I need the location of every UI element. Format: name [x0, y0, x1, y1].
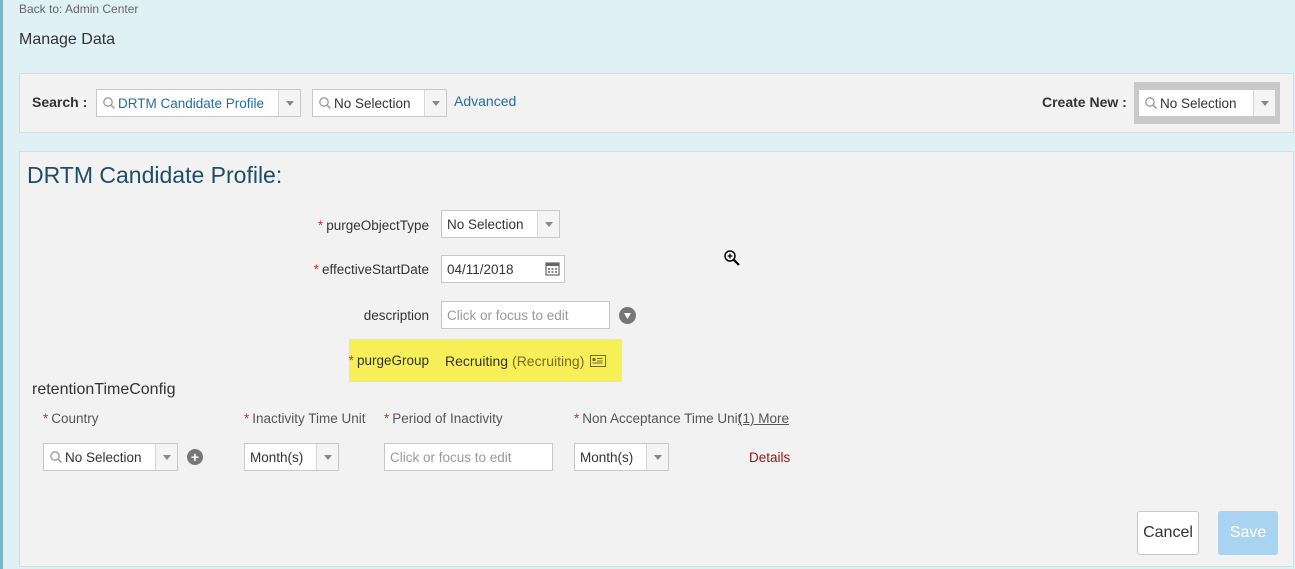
details-link[interactable]: Details: [749, 450, 790, 465]
country-value: No Selection: [65, 449, 142, 465]
purge-group-value[interactable]: Recruiting (Recruiting): [445, 353, 607, 369]
save-button[interactable]: Save: [1218, 511, 1278, 555]
card-icon-glyph: [592, 358, 603, 364]
col-header-non-acceptance-unit: * Non Acceptance Time Unit: [574, 411, 742, 426]
col-header-inactivity-unit: * Inactivity Time Unit: [244, 411, 366, 426]
chevron-down-icon[interactable]: [646, 444, 668, 470]
required-marker: *: [384, 411, 390, 426]
help-icon-glyph: [624, 313, 631, 319]
purge-group-label: * purgeGroup: [348, 353, 429, 368]
effective-start-date-value: 04/11/2018: [447, 261, 514, 277]
cancel-button[interactable]: Cancel: [1137, 511, 1199, 555]
required-marker: *: [43, 411, 49, 426]
effective-start-date-input[interactable]: 04/11/2018: [441, 255, 565, 283]
inactivity-unit-select[interactable]: Month(s): [244, 443, 339, 471]
search-object-value: DRTM Candidate Profile: [118, 95, 265, 111]
col-header-country: * Country: [43, 411, 99, 426]
card-icon[interactable]: [590, 355, 607, 367]
chevron-down-icon[interactable]: [155, 444, 177, 470]
chevron-down-icon[interactable]: [424, 90, 446, 116]
zoom-cursor-icon: [724, 250, 740, 266]
chevron-down-icon[interactable]: [1253, 90, 1275, 116]
description-placeholder: Click or focus to edit: [447, 307, 569, 323]
create-new-label: Create New :: [1042, 94, 1127, 110]
search-object-combobox[interactable]: DRTM Candidate Profile: [96, 89, 301, 117]
retention-section-title: retentionTimeConfig: [32, 381, 176, 398]
country-combobox[interactable]: No Selection: [43, 443, 178, 471]
purge-group-sub: (Recruiting): [512, 353, 585, 369]
non-acceptance-unit-value: Month(s): [580, 449, 634, 465]
purge-object-type-label: * purgeObjectType: [317, 218, 429, 233]
page-title: Manage Data: [19, 31, 116, 48]
required-marker: *: [574, 411, 580, 426]
effective-start-date-label: * effectiveStartDate: [313, 262, 429, 277]
create-new-value: No Selection: [1160, 95, 1237, 111]
create-new-combobox[interactable]: No Selection: [1138, 89, 1276, 117]
description-input[interactable]: Click or focus to edit: [441, 301, 610, 329]
chevron-down-icon[interactable]: [537, 211, 559, 237]
required-marker: *: [313, 262, 319, 277]
back-to-admin-center-link[interactable]: Back to: Admin Center: [19, 2, 138, 16]
inactivity-unit-value: Month(s): [250, 449, 304, 465]
required-marker: *: [348, 353, 354, 368]
period-of-inactivity-input[interactable]: Click or focus to edit: [384, 443, 553, 471]
required-marker: *: [244, 411, 250, 426]
purge-object-type-value: No Selection: [447, 216, 524, 232]
chevron-down-icon[interactable]: [278, 90, 300, 116]
help-icon[interactable]: [619, 307, 636, 324]
search-bar: Search : DRTM Candidate Profile No Selec…: [19, 73, 1294, 133]
chevron-down-icon[interactable]: [316, 444, 338, 470]
form-panel: DRTM Candidate Profile: * purgeObjectType…: [19, 151, 1294, 567]
non-acceptance-unit-select[interactable]: Month(s): [574, 443, 669, 471]
description-label: description: [363, 308, 429, 323]
search-instance-combobox[interactable]: No Selection: [312, 89, 447, 117]
search-instance-value: No Selection: [334, 95, 411, 111]
search-label: Search :: [32, 94, 88, 110]
more-link[interactable]: (1) More: [738, 411, 789, 426]
purge-group-name: Recruiting: [445, 353, 509, 369]
purge-object-type-select[interactable]: No Selection: [441, 210, 560, 238]
add-icon[interactable]: +: [187, 449, 203, 465]
form-title: DRTM Candidate Profile:: [27, 162, 283, 188]
advanced-search-link[interactable]: Advanced: [454, 93, 516, 109]
search-icon: [1145, 97, 1158, 110]
window-edge: [0, 0, 3, 569]
search-icon: [103, 97, 116, 110]
search-icon: [50, 451, 63, 464]
search-icon: [319, 97, 332, 110]
period-placeholder: Click or focus to edit: [390, 449, 512, 465]
col-header-period-of-inactivity: * Period of Inactivity: [384, 411, 503, 426]
required-marker: *: [317, 218, 324, 233]
calendar-icon[interactable]: [545, 261, 560, 276]
